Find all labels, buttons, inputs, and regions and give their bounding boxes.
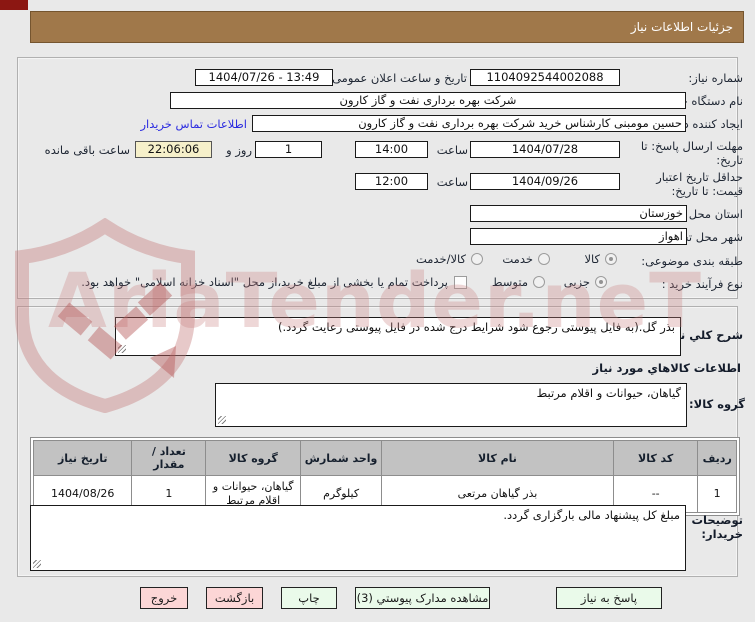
buyer-org-input[interactable]: شرکت بهره برداری نفت و گاز کارون — [170, 92, 686, 109]
need-number-input[interactable]: 1104092544002088 — [470, 69, 620, 86]
col-group: گروه کالا — [205, 440, 302, 476]
items-section-title: اطلاعات کالاهاي مورد نیاز — [592, 361, 741, 375]
buyer-notes-textarea[interactable]: مبلغ کل پیشنهاد مالی بارگزاری گردد. — [30, 505, 686, 571]
response-deadline-time-input[interactable]: 14:00 — [355, 141, 428, 158]
radio-icon — [533, 276, 545, 288]
need-number-label: شماره نیاز: — [688, 71, 743, 85]
col-unit: واحد شمارش — [300, 440, 382, 476]
response-deadline-date-input[interactable]: 1404/07/28 — [470, 141, 620, 158]
response-deadline-label: مهلت ارسال پاسخ: تا تاریخ: — [640, 139, 743, 167]
countdown-timer: 22:06:06 — [135, 141, 212, 158]
col-item-name: نام کالا — [381, 440, 614, 476]
need-details-window: جزئیات اطلاعات نیاز شماره نیاز: 11040925… — [0, 0, 755, 622]
category-label: طبقه بندی موضوعی: — [641, 254, 743, 268]
radio-icon — [471, 253, 483, 265]
checkbox-icon[interactable] — [454, 276, 467, 289]
buyer-notes-label: توضیحات خریدار: — [691, 513, 744, 541]
treasury-payment-option[interactable]: پرداخت تمام یا بخشی از مبلغ خرید،از محل … — [81, 275, 467, 289]
radio-icon — [595, 276, 607, 288]
page-title: جزئیات اطلاعات نیاز — [30, 11, 744, 43]
announce-datetime-input[interactable]: 1404/07/26 - 13:49 — [195, 69, 333, 86]
watermark-corner-stamp — [0, 0, 28, 10]
respond-button[interactable]: پاسخ به نیاز — [556, 587, 662, 609]
goods-group-textarea[interactable]: گیاهان، حیوانات و اقلام مرتبط — [215, 383, 687, 427]
price-validity-time-input[interactable]: 12:00 — [355, 173, 428, 190]
col-quantity: تعداد / مقدار — [131, 440, 207, 476]
days-remaining-input[interactable]: 1 — [255, 141, 322, 158]
radio-goods[interactable]: کالا — [584, 252, 617, 266]
back-button[interactable]: بازگشت — [206, 587, 263, 609]
process-type-label: نوع فرآیند خرید : — [661, 277, 743, 291]
city-input[interactable]: اهواز — [470, 228, 687, 245]
province-input[interactable]: خوزستان — [470, 205, 687, 222]
table-header-row: ردیف کد کالا نام کالا واحد شمارش گروه کا… — [32, 440, 737, 476]
radio-goods-service[interactable]: کالا/خدمت — [416, 252, 483, 266]
radio-icon — [605, 253, 617, 265]
col-item-code: کد کالا — [612, 440, 699, 476]
col-row-number: ردیف — [697, 440, 737, 476]
radio-service[interactable]: خدمت — [502, 252, 550, 266]
need-desc-textarea[interactable]: بذر گل.(به فایل پیوستی رجوع شود شرایط در… — [115, 317, 681, 356]
col-need-date: تاریخ نیاز — [32, 440, 133, 476]
days-remaining-label: روز و — [226, 143, 252, 157]
price-validity-date-input[interactable]: 1404/09/26 — [470, 173, 620, 190]
price-validity-hour-label: ساعت — [436, 175, 468, 189]
treasury-note: پرداخت تمام یا بخشی از مبلغ خرید،از محل … — [81, 275, 448, 289]
request-creator-input[interactable]: حسین مومبنی کارشناس خرید شرکت بهره بردار… — [252, 115, 686, 132]
radio-icon — [538, 253, 550, 265]
cell-row-number: 1 — [697, 475, 737, 513]
price-validity-label: حداقل تاریخ اعتبار قیمت: تا تاریخ: — [656, 170, 743, 198]
view-attachments-button[interactable]: مشاهده مدارک پیوستي (3) — [355, 587, 490, 609]
radio-minor[interactable]: جزیی — [564, 275, 607, 289]
print-button[interactable]: چاپ — [281, 587, 337, 609]
radio-medium[interactable]: متوسط — [492, 275, 545, 289]
countdown-label: ساعت باقی مانده — [44, 143, 130, 157]
announce-datetime-label: تاریخ و ساعت اعلان عمومی: — [328, 71, 467, 85]
buyer-contact-link[interactable]: اطلاعات تماس خریدار — [140, 117, 247, 131]
exit-button[interactable]: خروج — [140, 587, 188, 609]
response-deadline-hour-label: ساعت — [436, 143, 468, 157]
goods-group-label: گروه کالا: — [689, 397, 745, 411]
